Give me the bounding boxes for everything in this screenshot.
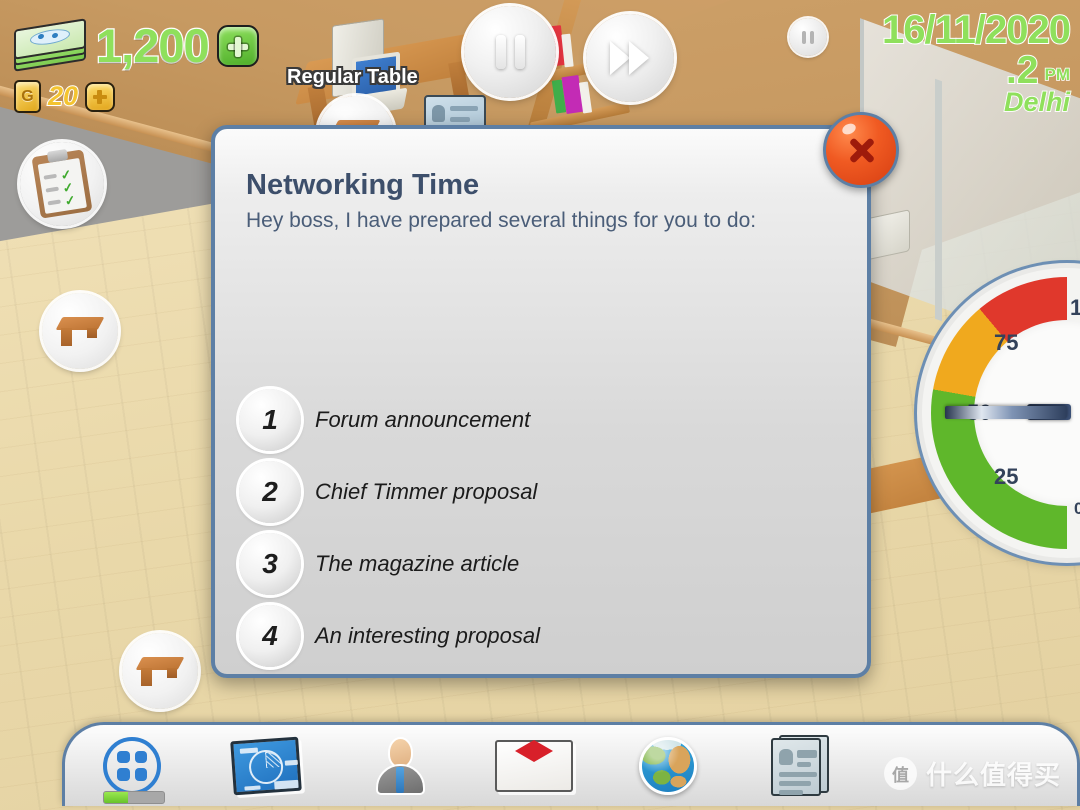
task-item[interactable]: 3 The magazine article	[239, 528, 843, 600]
toolbar-item-world[interactable]	[601, 724, 735, 808]
gauge-tick-100: 100	[1070, 295, 1080, 320]
toolbar-item-staff[interactable]	[333, 724, 467, 808]
desk-icon	[135, 655, 185, 687]
task-item[interactable]: 2 Chief Timmer proposal	[239, 456, 843, 528]
toolbar-item-mail[interactable]	[467, 724, 601, 808]
apps-progress-bar	[103, 790, 165, 804]
money-hud: 1,200	[14, 18, 259, 73]
money-value: 1,200	[95, 18, 211, 74]
pause-icon	[495, 35, 525, 69]
task-label[interactable]: An interesting proposal	[315, 623, 540, 649]
add-money-button[interactable]	[216, 24, 259, 67]
task-label[interactable]: The magazine article	[315, 551, 519, 577]
add-gold-button[interactable]	[85, 81, 116, 112]
watermark-text: 什么值得买	[925, 760, 1061, 790]
gauge-tick-0: 0	[1074, 499, 1080, 518]
task-number: 2	[239, 461, 301, 523]
gold-value: 20	[47, 80, 79, 112]
dialog-title: Networking Time	[246, 169, 480, 201]
watermark: 值 什么值得买	[883, 755, 1061, 792]
toolbar-item-documents[interactable]	[735, 724, 869, 808]
globe-icon	[639, 736, 697, 795]
dialog-subtitle: Hey boss, I have prepared several things…	[246, 209, 757, 232]
close-icon	[845, 134, 877, 166]
documents-icon	[771, 734, 833, 797]
time-meridiem: PM	[1044, 64, 1071, 85]
task-item[interactable]: 4 An interesting proposal	[239, 600, 843, 672]
bottom-toolbar: 值 什么值得买	[62, 722, 1080, 806]
paused-indicator[interactable]	[789, 18, 827, 56]
city-name: Delhi	[1003, 86, 1071, 118]
fast-forward-icon	[608, 41, 652, 75]
blueprint-chart-icon	[230, 736, 302, 795]
task-list: 1 Forum announcement 2 Chief Timmer prop…	[239, 384, 843, 672]
task-number: 4	[239, 605, 301, 667]
gauge-tick-25: 25	[994, 464, 1019, 489]
grid-apps-icon	[103, 736, 161, 795]
networking-dialog: Networking Time Hey boss, I have prepare…	[211, 125, 871, 678]
object-label: Regular Table	[287, 66, 418, 88]
pause-button[interactable]	[464, 6, 556, 98]
task-label[interactable]: Chief Timmer proposal	[315, 479, 537, 505]
gauge-tick-75: 75	[994, 330, 1019, 355]
gold-bar-icon: G	[14, 80, 41, 113]
desk-icon	[55, 315, 105, 347]
tasks-button[interactable]: ✓ ✓ ✓	[20, 142, 104, 226]
desk-placement-marker[interactable]	[42, 293, 118, 369]
task-label[interactable]: Forum announcement	[315, 407, 530, 433]
toolbar-item-apps[interactable]	[65, 724, 199, 808]
task-number: 1	[239, 389, 301, 451]
person-suit-icon	[374, 736, 426, 795]
toolbar-item-reports[interactable]	[199, 724, 333, 808]
cash-stack-icon	[14, 17, 88, 72]
desk-placement-marker[interactable]	[122, 633, 198, 709]
gold-hud: G 20	[14, 80, 116, 113]
envelope-icon	[495, 739, 573, 792]
clock-display: 16/11/2020 .2 PM Delhi	[881, 7, 1072, 118]
close-button[interactable]	[823, 112, 899, 188]
watermark-badge: 值	[883, 757, 917, 790]
clipboard-checklist-icon: ✓ ✓ ✓	[31, 148, 93, 219]
gauge-needle	[945, 406, 1067, 419]
task-item[interactable]: 1 Forum announcement	[239, 384, 843, 456]
fast-forward-button[interactable]	[586, 14, 674, 102]
task-number: 3	[239, 533, 301, 595]
date-value: 16/11/2020	[881, 7, 1072, 53]
